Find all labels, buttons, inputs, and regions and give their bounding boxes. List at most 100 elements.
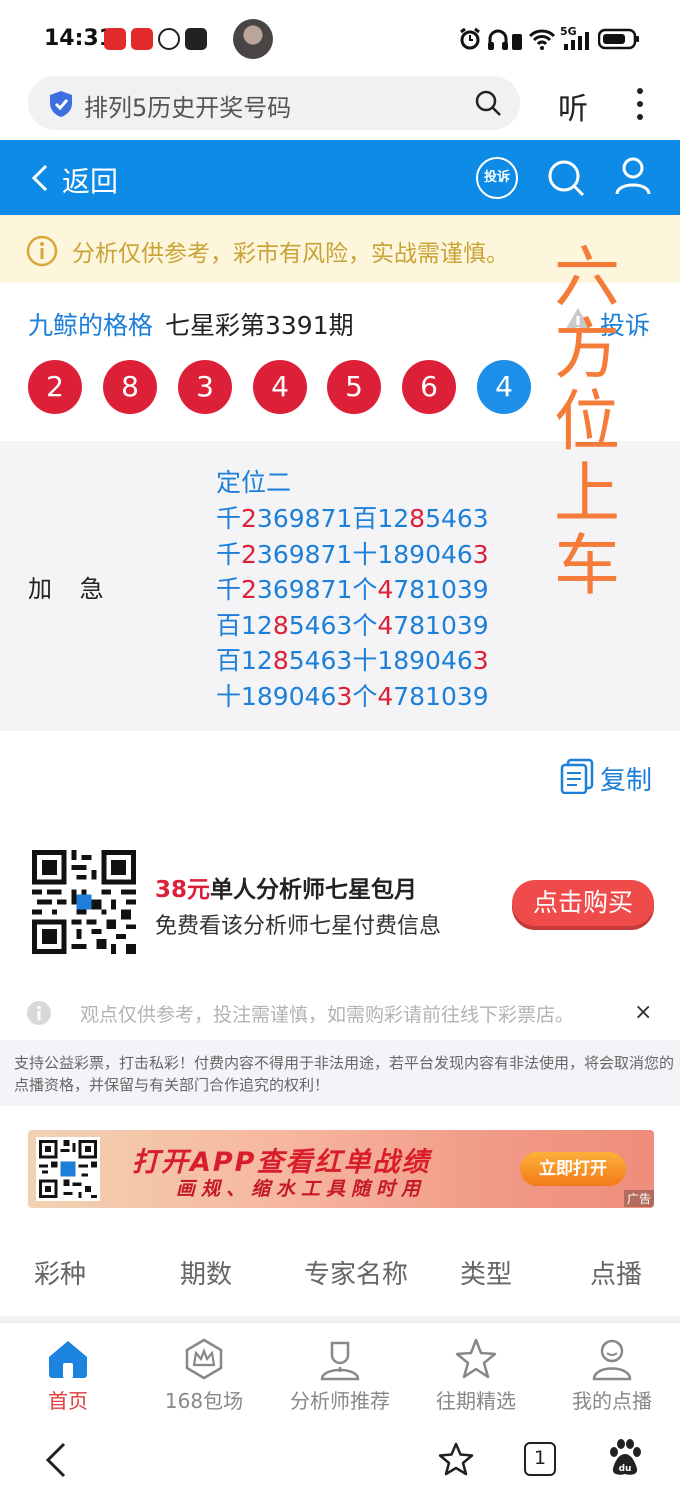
bottom-nav: 首页 168包场 分析师推荐 往期精选 我的点播	[0, 1322, 680, 1418]
nav-item-analyst[interactable]: 分析师推荐	[272, 1323, 408, 1419]
result-ball: 2	[28, 360, 82, 414]
listen-button[interactable]: 听	[558, 84, 588, 128]
nav-item-mine[interactable]: 我的点播	[544, 1323, 680, 1419]
result-ball: 3	[178, 360, 232, 414]
more-dot	[637, 101, 643, 107]
app-notification-icon	[131, 28, 153, 50]
analyst-icon	[320, 1341, 360, 1381]
prediction-highlight-digit: 3	[472, 646, 489, 675]
prediction-segment: 个	[352, 681, 378, 711]
complain-icon[interactable]: 投诉	[476, 157, 518, 199]
prediction-line: 十1890463个4781039	[216, 677, 489, 713]
more-dot	[637, 114, 643, 120]
prediction-segment: 百12	[216, 610, 273, 640]
user-icon	[592, 1339, 632, 1381]
prediction-line: 百1285463十1890463	[216, 641, 489, 677]
overlay-char: 位	[554, 383, 620, 460]
prediction-segment: 369871个	[256, 575, 378, 604]
app-notification-icon	[104, 28, 126, 50]
nav-item-home[interactable]: 首页	[0, 1323, 136, 1419]
more-dot	[637, 88, 643, 94]
prediction-segment: 千	[216, 504, 242, 533]
prediction-highlight-digit: 2	[241, 539, 257, 569]
hand-icon	[158, 28, 180, 50]
promo-title: 38元单人分析师七星包月	[155, 870, 417, 904]
promo-subtitle: 免费看该分析师七星付费信息	[155, 914, 442, 939]
nav-label: 首页	[48, 1389, 88, 1413]
close-icon[interactable]: ×	[634, 1000, 652, 1025]
tabs-button[interactable]: 1	[524, 1442, 556, 1476]
copy-icon[interactable]	[560, 758, 594, 794]
prediction-highlight-digit: 4	[377, 575, 394, 604]
app-notification-icon	[185, 28, 207, 50]
back-button[interactable]: 返回	[62, 160, 118, 200]
prediction-line: 千2369871百1285463	[216, 499, 489, 535]
nav-item-past[interactable]: 往期精选	[408, 1323, 544, 1419]
shield-icon	[50, 91, 72, 117]
legal-notice: 支持公益彩票，打击私彩！付费内容不得用于非法用途，若平台发现内容有非法使用，将会…	[0, 1040, 680, 1106]
prediction-segment: 369871十189046	[256, 539, 473, 569]
prediction-segment: 千	[216, 575, 242, 604]
search-icon[interactable]	[474, 89, 502, 117]
result-ball: 6	[402, 360, 456, 414]
column-header-issue: 期数	[180, 1260, 233, 1290]
column-header-expert: 专家名称	[304, 1260, 409, 1290]
more-menu-button[interactable]	[630, 84, 650, 124]
prediction-highlight-digit: 4	[377, 610, 394, 640]
earbuds-battery-icon	[512, 34, 522, 50]
overlay-vertical-text: 六 方 位 上 车	[548, 242, 626, 602]
alarm-icon	[460, 27, 480, 50]
search-icon[interactable]	[546, 158, 586, 198]
back-chevron-icon[interactable]	[30, 164, 50, 192]
bookmark-star-icon[interactable]	[438, 1442, 474, 1476]
column-header-play: 点播	[590, 1260, 643, 1290]
prediction-highlight-digit: 2	[241, 504, 257, 533]
nav-item-168[interactable]: 168包场	[136, 1323, 272, 1419]
battery-icon	[598, 28, 639, 50]
tip-notice: 观点仅供参考，投注需谨慎，如需购彩请前往线下彩票店。 ×	[0, 990, 680, 1036]
info-icon	[26, 235, 58, 267]
nav-label: 我的点播	[572, 1389, 652, 1413]
buy-button[interactable]: 点击购买	[512, 880, 654, 926]
user-icon[interactable]	[614, 156, 652, 196]
column-header-lottery: 彩种	[34, 1260, 87, 1290]
prediction-highlight-digit: 8	[409, 504, 426, 533]
signal-icon	[564, 32, 589, 50]
prediction-line: 千2369871个4781039	[216, 570, 489, 606]
star-icon	[455, 1338, 497, 1379]
open-app-button[interactable]: 立即打开	[520, 1152, 626, 1186]
copy-button[interactable]: 复制	[600, 760, 652, 797]
overlay-char: 车	[554, 527, 620, 604]
page-header: 返回 投诉	[0, 140, 680, 215]
back-icon[interactable]	[44, 1442, 68, 1478]
prediction-segment: 369871百12	[256, 504, 410, 533]
app-ad-banner[interactable]: 打开APP查看红单战绩 画规、缩水工具随时用 立即打开 广告	[28, 1130, 654, 1208]
promo-price: 38元	[155, 877, 211, 903]
urgent-label: 加 急	[28, 575, 114, 603]
banner-qr-code	[36, 1137, 100, 1201]
prediction-segment: 781039	[393, 575, 489, 604]
prediction-segment: 781039	[393, 681, 489, 711]
wifi-icon	[528, 29, 556, 50]
prediction-line: 千2369871十1890463	[216, 535, 489, 571]
prediction-line: 百1285463个4781039	[216, 606, 489, 642]
prediction-segment: 十189046	[216, 681, 337, 711]
prediction-highlight-digit: 3	[472, 539, 489, 569]
overlay-char: 方	[554, 311, 620, 388]
banner-subline: 画规、缩水工具随时用	[176, 1178, 427, 1200]
prediction-segment: 百12	[216, 646, 273, 675]
info-icon	[27, 1001, 51, 1025]
search-query[interactable]: 排列5历史开奖号码	[84, 88, 291, 123]
legal-text: 支持公益彩票，打击私彩！付费内容不得用于非法用途，若平台发现内容有非法使用，将会…	[14, 1054, 675, 1094]
browser-search-bar[interactable]: 排列5历史开奖号码	[28, 76, 520, 130]
prediction-highlight-digit: 8	[272, 646, 289, 675]
result-ball-special: 4	[477, 360, 531, 414]
analyst-name-link[interactable]: 九鲸的格格	[28, 306, 153, 342]
issue-title: 七星彩第3391期	[165, 311, 354, 340]
result-ball: 5	[327, 360, 381, 414]
nav-label: 分析师推荐	[290, 1389, 390, 1413]
overlay-char: 上	[554, 455, 620, 532]
overlay-char: 六	[554, 239, 620, 316]
baidu-paw-icon[interactable]: du	[606, 1438, 644, 1478]
prediction-highlight-digit: 2	[241, 575, 257, 604]
